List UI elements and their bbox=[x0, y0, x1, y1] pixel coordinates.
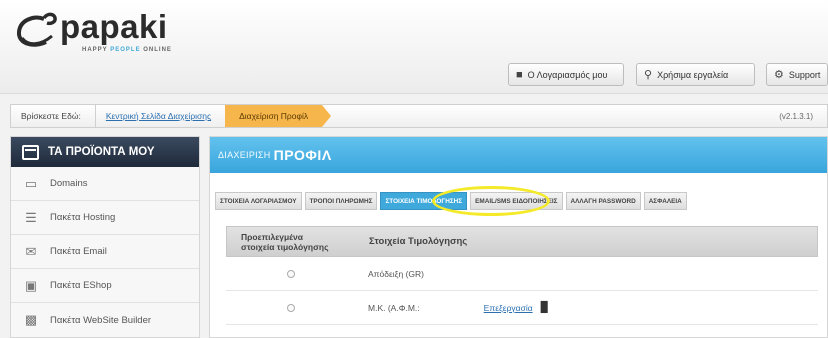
products-icon bbox=[22, 144, 39, 160]
breadcrumb-active: Διαχείριση Προφίλ bbox=[225, 105, 332, 127]
sidebar-item-label: Πακέτα WebSite Builder bbox=[50, 314, 152, 326]
my-account-button[interactable]: ■ Ο Λογαριασμός μου bbox=[508, 63, 624, 86]
sidebar-item-email[interactable]: ✉ Πακέτα Email bbox=[11, 235, 199, 269]
default-radio[interactable] bbox=[287, 269, 295, 278]
column-default-line1: Προεπιλεγμένα bbox=[241, 231, 303, 242]
column-billing-header: Στοιχεία Τιμολόγησης bbox=[369, 236, 468, 247]
server-icon: ☰ bbox=[25, 209, 37, 225]
breadcrumb-prefix: Βρίσκεστε Εδώ: bbox=[11, 105, 96, 127]
cart-icon: ▣ bbox=[24, 277, 38, 293]
useful-tools-button[interactable]: ⚲ Χρήσιμα εργαλεία bbox=[636, 63, 755, 86]
my-account-label: Ο Λογαριασμός μου bbox=[527, 69, 608, 80]
papaki-logo[interactable]: papaki HAPPY PEOPLE ONLINE bbox=[14, 8, 214, 60]
billing-text: Απόδειξη (GR) bbox=[368, 268, 424, 279]
profile-tabs: ΣΤΟΙΧΕΙΑ ΛΟΓΑΡΙΑΣΜΟΥ ΤΡΟΠΟΙ ΠΛΗΡΩΜΗΣ ΣΤΟ… bbox=[215, 192, 687, 210]
sidebar-item-domains[interactable]: ▭ Domains bbox=[11, 167, 199, 201]
breadcrumb: Βρίσκεστε Εδώ: Κεντρική Σελίδα Διαχείρισ… bbox=[10, 104, 828, 128]
sidebar-header: ΤΑ ΠΡΟΪΟΝΤΑ ΜΟΥ bbox=[11, 137, 199, 167]
sidebar-item-eshop[interactable]: ▣ Πακέτα EShop bbox=[11, 269, 199, 303]
panel-title: ΠΡΟΦΙΛ bbox=[273, 147, 332, 163]
tab-security[interactable]: ΑΣΦΑΛΕΙΑ bbox=[643, 192, 687, 210]
panel-header: ΔΙΑΧΕΙΡΙΣΗ ΠΡΟΦΙΛ bbox=[210, 137, 827, 173]
table-row: Μ.Κ. (Α.Φ.Μ.: Επεξεργασία █ bbox=[226, 291, 818, 325]
sidebar-item-label: Πακέτα Hosting bbox=[50, 212, 116, 223]
wrench-icon: ⚲ bbox=[644, 69, 653, 81]
logo-text: papaki bbox=[60, 8, 168, 45]
header: papaki HAPPY PEOPLE ONLINE ■ Ο Λογαριασμ… bbox=[0, 0, 828, 94]
tab-account-details[interactable]: ΣΤΟΙΧΕΙΑ ΛΟΓΑΡΙΑΣΜΟΥ bbox=[215, 192, 302, 210]
monitor-icon: ▭ bbox=[24, 175, 38, 191]
tab-change-password[interactable]: ΑΛΛΑΓΗ PASSWORD bbox=[565, 192, 641, 210]
support-button[interactable]: ⚙ Support bbox=[766, 63, 828, 86]
tagline-part-b: PEOPLE bbox=[110, 47, 141, 53]
support-label: Support bbox=[788, 69, 821, 80]
tagline-part-a: HAPPY bbox=[82, 47, 111, 53]
sidebar-item-hosting[interactable]: ☰ Πακέτα Hosting bbox=[11, 201, 199, 235]
sidebar-title: ΤΑ ΠΡΟΪΟΝΤΑ ΜΟΥ bbox=[48, 146, 155, 158]
billing-cell: Μ.Κ. (Α.Φ.Μ.: Επεξεργασία █ bbox=[356, 302, 548, 313]
envelope-icon: ✉ bbox=[25, 243, 37, 259]
trash-icon[interactable]: █ bbox=[541, 302, 548, 313]
column-default-header: Προεπιλεγμένα στοιχεία τιμολόγησης bbox=[227, 232, 357, 252]
tab-billing-details[interactable]: ΣΤΟΙΧΕΙΑ ΤΙΜΟΛΟΓΗΣΗΣ bbox=[380, 192, 468, 210]
useful-tools-label: Χρήσιμα εργαλεία bbox=[657, 69, 729, 80]
column-default-line2: στοιχεία τιμολόγησης bbox=[241, 241, 329, 252]
panel-title-prefix: ΔΙΑΧΕΙΡΙΣΗ bbox=[218, 150, 271, 160]
sidebar: ΤΑ ΠΡΟΪΟΝΤΑ ΜΟΥ ▭ Domains ☰ Πακέτα Hosti… bbox=[10, 136, 200, 338]
sidebar-item-label: Domains bbox=[50, 178, 88, 189]
builder-icon: ▩ bbox=[24, 312, 38, 327]
table-header: Προεπιλεγμένα στοιχεία τιμολόγησης Στοιχ… bbox=[226, 226, 818, 257]
tab-payment-methods[interactable]: ΤΡΟΠΟΙ ΠΛΗΡΩΜΗΣ bbox=[304, 192, 378, 210]
tagline-part-c: ONLINE bbox=[140, 47, 172, 53]
edit-link[interactable]: Επεξεργασία bbox=[484, 303, 533, 313]
tab-email-sms-notifications[interactable]: EMAIL/SMS ΕΙΔΟΠΟΙΗΣΕΙΣ bbox=[470, 192, 563, 210]
billing-table: Προεπιλεγμένα στοιχεία τιμολόγησης Στοιχ… bbox=[226, 226, 818, 325]
default-radio[interactable] bbox=[287, 303, 295, 312]
version-label: (v2.1.3.1) bbox=[779, 111, 813, 121]
sidebar-item-label: Πακέτα EShop bbox=[50, 280, 112, 291]
logo-tagline: HAPPY PEOPLE ONLINE bbox=[82, 47, 172, 53]
breadcrumb-link-home[interactable]: Κεντρική Σελίδα Διαχείρισης bbox=[96, 105, 225, 127]
sidebar-item-label: Πακέτα Email bbox=[50, 246, 107, 257]
duck-logo-icon bbox=[17, 12, 57, 47]
sidebar-item-website-builder[interactable]: ▩ Πακέτα WebSite Builder bbox=[11, 303, 199, 337]
user-icon: ■ bbox=[516, 68, 523, 81]
default-radio-cell bbox=[226, 269, 356, 278]
gear-icon: ⚙ bbox=[774, 69, 784, 81]
billing-text: Μ.Κ. (Α.Φ.Μ.: bbox=[368, 302, 420, 313]
table-row: Απόδειξη (GR) bbox=[226, 257, 818, 291]
profile-panel: ΔΙΑΧΕΙΡΙΣΗ ΠΡΟΦΙΛ ΣΤΟΙΧΕΙΑ ΛΟΓΑΡΙΑΣΜΟΥ Τ… bbox=[209, 136, 828, 338]
default-radio-cell bbox=[226, 303, 356, 312]
